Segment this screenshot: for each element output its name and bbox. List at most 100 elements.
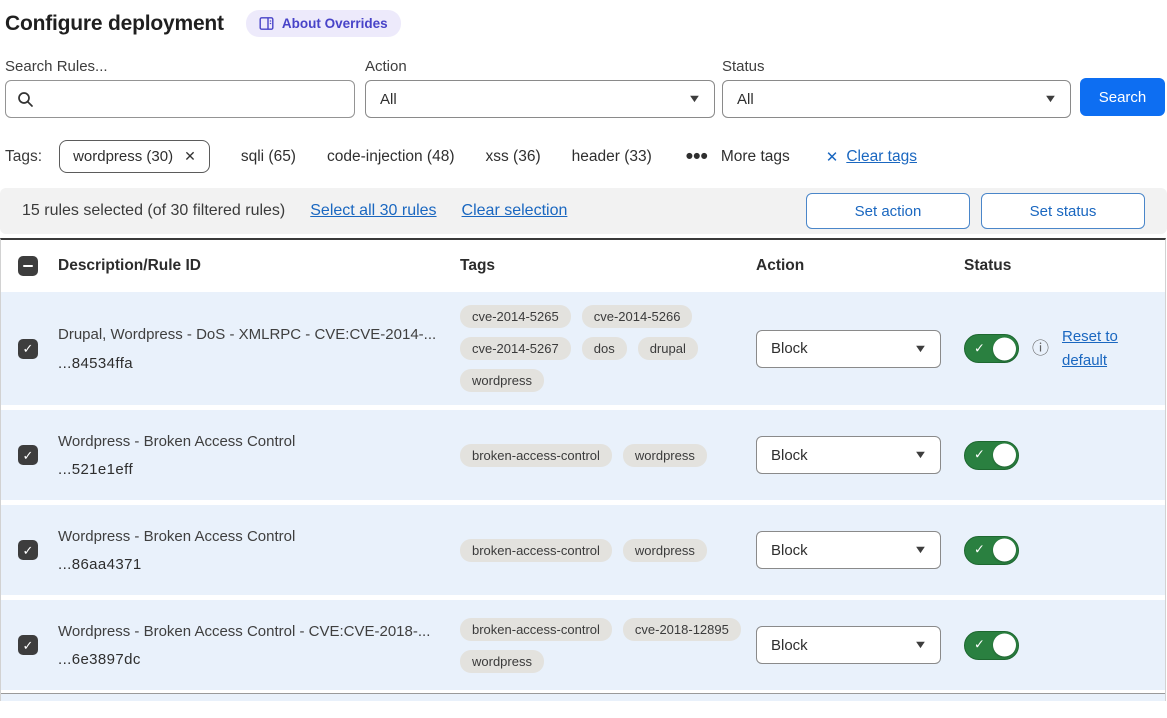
filters-row: Search Rules... Action All ▼ Status All … xyxy=(0,58,1167,116)
search-icon xyxy=(17,91,34,108)
clear-tags-label: Clear tags xyxy=(846,148,917,166)
search-button[interactable]: Search xyxy=(1080,78,1165,116)
rules-table: Description/Rule ID Tags Action Status ✓… xyxy=(0,238,1166,701)
select-all-rules-link[interactable]: Select all 30 rules xyxy=(310,202,436,220)
action-filter-value: All xyxy=(380,91,397,108)
more-tags-button[interactable]: ••• More tags xyxy=(686,148,790,166)
check-icon: ✓ xyxy=(974,447,985,463)
table-body: ✓ Drupal, Wordpress - DoS - XMLRPC - CVE… xyxy=(1,292,1165,690)
toggle-knob xyxy=(993,337,1016,360)
select-all-checkbox[interactable] xyxy=(18,256,38,276)
rule-tags: broken-access-control cve-2018-12895 wordp… xyxy=(460,618,742,673)
rule-description: Wordpress - Broken Access Control xyxy=(58,527,444,547)
chevron-down-icon: ▼ xyxy=(913,449,928,461)
status-toggle[interactable]: ✓ xyxy=(964,536,1019,565)
search-rules-label: Search Rules... xyxy=(5,58,355,75)
configure-deployment-page: Configure deployment About Overrides Sea… xyxy=(0,0,1167,718)
row-checkbox[interactable]: ✓ xyxy=(18,445,38,465)
status-toggle[interactable]: ✓ xyxy=(964,631,1019,660)
tag-option[interactable]: sqli (65) xyxy=(241,148,296,165)
chevron-down-icon: ▼ xyxy=(913,343,928,355)
tag-pill: wordpress xyxy=(460,650,544,673)
book-icon xyxy=(259,16,274,31)
rule-action-select[interactable]: Block ▼ xyxy=(756,436,941,474)
rule-id: ...84534ffa xyxy=(58,355,444,372)
table-row: ✓ Wordpress - Broken Access Control - CV… xyxy=(1,600,1165,690)
next-row-sliver xyxy=(1,694,1165,701)
tag-pill: cve-2014-5266 xyxy=(582,305,693,328)
info-icon[interactable]: ⓘ xyxy=(1032,340,1049,357)
rule-tags: broken-access-controlwordpress xyxy=(460,539,742,562)
column-header-tags: Tags xyxy=(460,257,756,275)
status-filter-value: All xyxy=(737,91,754,108)
table-header: Description/Rule ID Tags Action Status xyxy=(1,240,1165,292)
set-action-button[interactable]: Set action xyxy=(806,193,970,229)
selection-bar: 15 rules selected (of 30 filtered rules)… xyxy=(0,188,1167,234)
tag-pill: dos xyxy=(582,337,627,360)
rule-action-select[interactable]: Block ▼ xyxy=(756,626,941,664)
tag-pill: wordpress xyxy=(460,369,544,392)
tags-bar: Tags: wordpress (30) ✕ sqli (65) code-inj… xyxy=(5,140,917,173)
tags-label: Tags: xyxy=(5,148,42,166)
rule-description: Drupal, Wordpress - DoS - XMLRPC - CVE:C… xyxy=(58,325,444,345)
rule-id: ...86aa4371 xyxy=(58,556,444,573)
tag-pill: broken-access-control xyxy=(460,618,612,641)
toggle-knob xyxy=(993,634,1016,657)
action-filter-label: Action xyxy=(365,58,715,75)
selected-tag-label: wordpress (30) xyxy=(73,148,173,165)
remove-tag-icon[interactable]: ✕ xyxy=(184,148,196,165)
rule-id: ...6e3897dc xyxy=(58,651,444,668)
clear-tags-link[interactable]: ✕ Clear tags xyxy=(826,148,917,166)
page-header: Configure deployment About Overrides xyxy=(5,10,401,37)
toggle-knob xyxy=(993,539,1016,562)
table-row: ✓ Drupal, Wordpress - DoS - XMLRPC - CVE… xyxy=(1,292,1165,405)
rule-action-value: Block xyxy=(771,447,808,464)
row-checkbox[interactable]: ✓ xyxy=(18,339,38,359)
status-filter-label: Status xyxy=(722,58,1071,75)
chevron-down-icon: ▼ xyxy=(1043,93,1058,105)
action-filter-group: Action All ▼ xyxy=(365,58,715,118)
tag-options: sqli (65) code-injection (48) xss (36) head… xyxy=(210,148,652,166)
tag-option[interactable]: header (33) xyxy=(572,148,652,165)
check-icon: ✓ xyxy=(974,542,985,558)
ellipsis-icon: ••• xyxy=(686,152,708,162)
search-input[interactable] xyxy=(43,81,343,117)
tag-pill: drupal xyxy=(638,337,698,360)
rule-action-select[interactable]: Block ▼ xyxy=(756,531,941,569)
rule-description: Wordpress - Broken Access Control xyxy=(58,432,444,452)
tag-option[interactable]: xss (36) xyxy=(486,148,541,165)
check-icon: ✓ xyxy=(974,340,985,356)
column-header-status: Status xyxy=(964,257,1165,275)
check-icon: ✓ xyxy=(974,637,985,653)
row-checkbox[interactable]: ✓ xyxy=(18,540,38,560)
tag-option[interactable]: code-injection (48) xyxy=(327,148,455,165)
toggle-knob xyxy=(993,444,1016,467)
about-overrides-badge[interactable]: About Overrides xyxy=(246,10,401,37)
rule-action-value: Block xyxy=(771,542,808,559)
set-status-button[interactable]: Set status xyxy=(981,193,1145,229)
selection-summary: 15 rules selected (of 30 filtered rules) xyxy=(22,202,285,220)
status-filter-select[interactable]: All ▼ xyxy=(722,80,1071,118)
tag-pill: cve-2014-5265 xyxy=(460,305,571,328)
column-header-action: Action xyxy=(756,257,964,275)
status-toggle[interactable]: ✓ xyxy=(964,334,1019,363)
about-overrides-label: About Overrides xyxy=(282,16,388,31)
rule-action-value: Block xyxy=(771,340,808,357)
status-toggle[interactable]: ✓ xyxy=(964,441,1019,470)
close-icon: ✕ xyxy=(826,148,839,166)
reset-to-default-link[interactable]: Reset to default xyxy=(1062,325,1126,373)
table-row: ✓ Wordpress - Broken Access Control ...5… xyxy=(1,410,1165,500)
rule-action-value: Block xyxy=(771,637,808,654)
rule-action-select[interactable]: Block ▼ xyxy=(756,330,941,368)
chevron-down-icon: ▼ xyxy=(913,639,928,651)
tag-pill: cve-2018-12895 xyxy=(623,618,741,641)
rule-description: Wordpress - Broken Access Control - CVE:… xyxy=(58,622,444,642)
clear-selection-link[interactable]: Clear selection xyxy=(462,202,568,220)
row-checkbox[interactable]: ✓ xyxy=(18,635,38,655)
tag-pill: wordpress xyxy=(623,539,707,562)
rule-tags: broken-access-controlwordpress xyxy=(460,444,742,467)
action-filter-select[interactable]: All ▼ xyxy=(365,80,715,118)
chevron-down-icon: ▼ xyxy=(913,544,928,556)
selected-tag-wordpress[interactable]: wordpress (30) ✕ xyxy=(59,140,210,173)
column-header-description: Description/Rule ID xyxy=(58,257,460,275)
